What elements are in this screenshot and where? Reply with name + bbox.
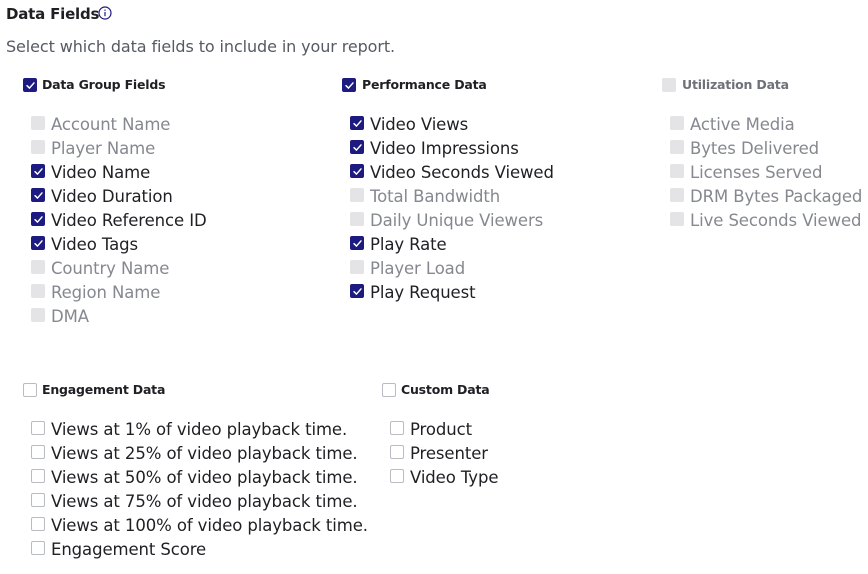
field-checkbox[interactable]: [390, 445, 404, 459]
field-checkbox[interactable]: [31, 421, 45, 435]
field-checkbox[interactable]: [31, 164, 45, 178]
field-label: DRM Bytes Packaged: [690, 187, 863, 206]
field-checkbox[interactable]: [31, 188, 45, 202]
field-label: Views at 25% of video playback time.: [51, 444, 358, 463]
field-checkbox: [31, 140, 45, 154]
field-checkbox[interactable]: [31, 469, 45, 483]
field-checkbox[interactable]: [31, 212, 45, 226]
field-checkbox[interactable]: [31, 445, 45, 459]
field-label: Views at 75% of video playback time.: [51, 492, 358, 511]
field-label: Player Name: [51, 139, 156, 158]
checkmark-icon: [33, 215, 43, 223]
checkmark-icon: [352, 143, 362, 151]
field-checkbox[interactable]: [350, 116, 364, 130]
field-checkbox: [350, 212, 364, 226]
field-label: Video Reference ID: [51, 211, 207, 230]
field-checkbox[interactable]: [350, 236, 364, 250]
checkmark-icon: [352, 239, 362, 247]
field-checkbox[interactable]: [350, 284, 364, 298]
field-label: Video Type: [410, 468, 499, 487]
page-title: Data Fields: [6, 5, 100, 23]
field-checkbox[interactable]: [390, 421, 404, 435]
checkmark-icon: [352, 119, 362, 127]
field-label: Play Request: [370, 283, 476, 302]
field-label: Play Rate: [370, 235, 447, 254]
info-icon[interactable]: [98, 6, 112, 20]
field-label: Country Name: [51, 259, 170, 278]
field-label: Views at 50% of video playback time.: [51, 468, 358, 487]
field-checkbox: [350, 188, 364, 202]
field-label: Licenses Served: [690, 163, 823, 182]
engagement-data-label: Engagement Data: [42, 382, 166, 397]
field-checkbox: [670, 140, 684, 154]
field-checkbox: [670, 164, 684, 178]
checkmark-icon: [352, 167, 362, 175]
field-label: Player Load: [370, 259, 466, 278]
field-label: DMA: [51, 307, 89, 326]
field-checkbox: [31, 116, 45, 130]
checkmark-icon: [33, 191, 43, 199]
field-label: Total Bandwidth: [370, 187, 501, 206]
field-label: Live Seconds Viewed: [690, 211, 862, 230]
field-checkbox: [31, 260, 45, 274]
field-checkbox[interactable]: [31, 236, 45, 250]
field-checkbox[interactable]: [31, 541, 45, 555]
data-group-fields-label: Data Group Fields: [42, 77, 166, 92]
field-label: Video Impressions: [370, 139, 519, 158]
field-label: Product: [410, 420, 472, 439]
checkmark-icon: [33, 167, 43, 175]
page-subtitle: Select which data fields to include in y…: [6, 37, 396, 56]
performance-data-checkbox[interactable]: [342, 78, 356, 92]
checkmark-icon: [344, 81, 354, 89]
field-checkbox[interactable]: [350, 164, 364, 178]
field-label: Views at 100% of video playback time.: [51, 516, 368, 535]
field-checkbox[interactable]: [31, 493, 45, 507]
checkmark-icon: [352, 287, 362, 295]
engagement-data-checkbox[interactable]: [23, 383, 37, 397]
field-label: Active Media: [690, 115, 795, 134]
field-checkbox: [31, 308, 45, 322]
custom-data-label: Custom Data: [401, 382, 490, 397]
field-label: Presenter: [410, 444, 488, 463]
field-label: Video Name: [51, 163, 151, 182]
field-checkbox: [670, 212, 684, 226]
field-label: Engagement Score: [51, 540, 207, 559]
field-checkbox: [670, 188, 684, 202]
custom-data-checkbox[interactable]: [382, 383, 396, 397]
field-label: Video Views: [370, 115, 469, 134]
utilization-data-checkbox: [662, 78, 676, 92]
field-label: Video Seconds Viewed: [370, 163, 554, 182]
data-group-fields-checkbox[interactable]: [23, 78, 37, 92]
field-label: Video Duration: [51, 187, 173, 206]
performance-data-label: Performance Data: [362, 77, 487, 92]
field-checkbox[interactable]: [31, 517, 45, 531]
field-label: Views at 1% of video playback time.: [51, 420, 348, 439]
field-label: Daily Unique Viewers: [370, 211, 544, 230]
checkmark-icon: [25, 81, 35, 89]
field-checkbox[interactable]: [390, 469, 404, 483]
field-checkbox[interactable]: [350, 140, 364, 154]
field-checkbox: [31, 284, 45, 298]
field-label: Region Name: [51, 283, 161, 302]
field-checkbox: [350, 260, 364, 274]
field-checkbox: [670, 116, 684, 130]
checkmark-icon: [33, 239, 43, 247]
field-label: Account Name: [51, 115, 171, 134]
utilization-data-label: Utilization Data: [682, 77, 789, 92]
field-label: Video Tags: [51, 235, 139, 254]
field-label: Bytes Delivered: [690, 139, 820, 158]
